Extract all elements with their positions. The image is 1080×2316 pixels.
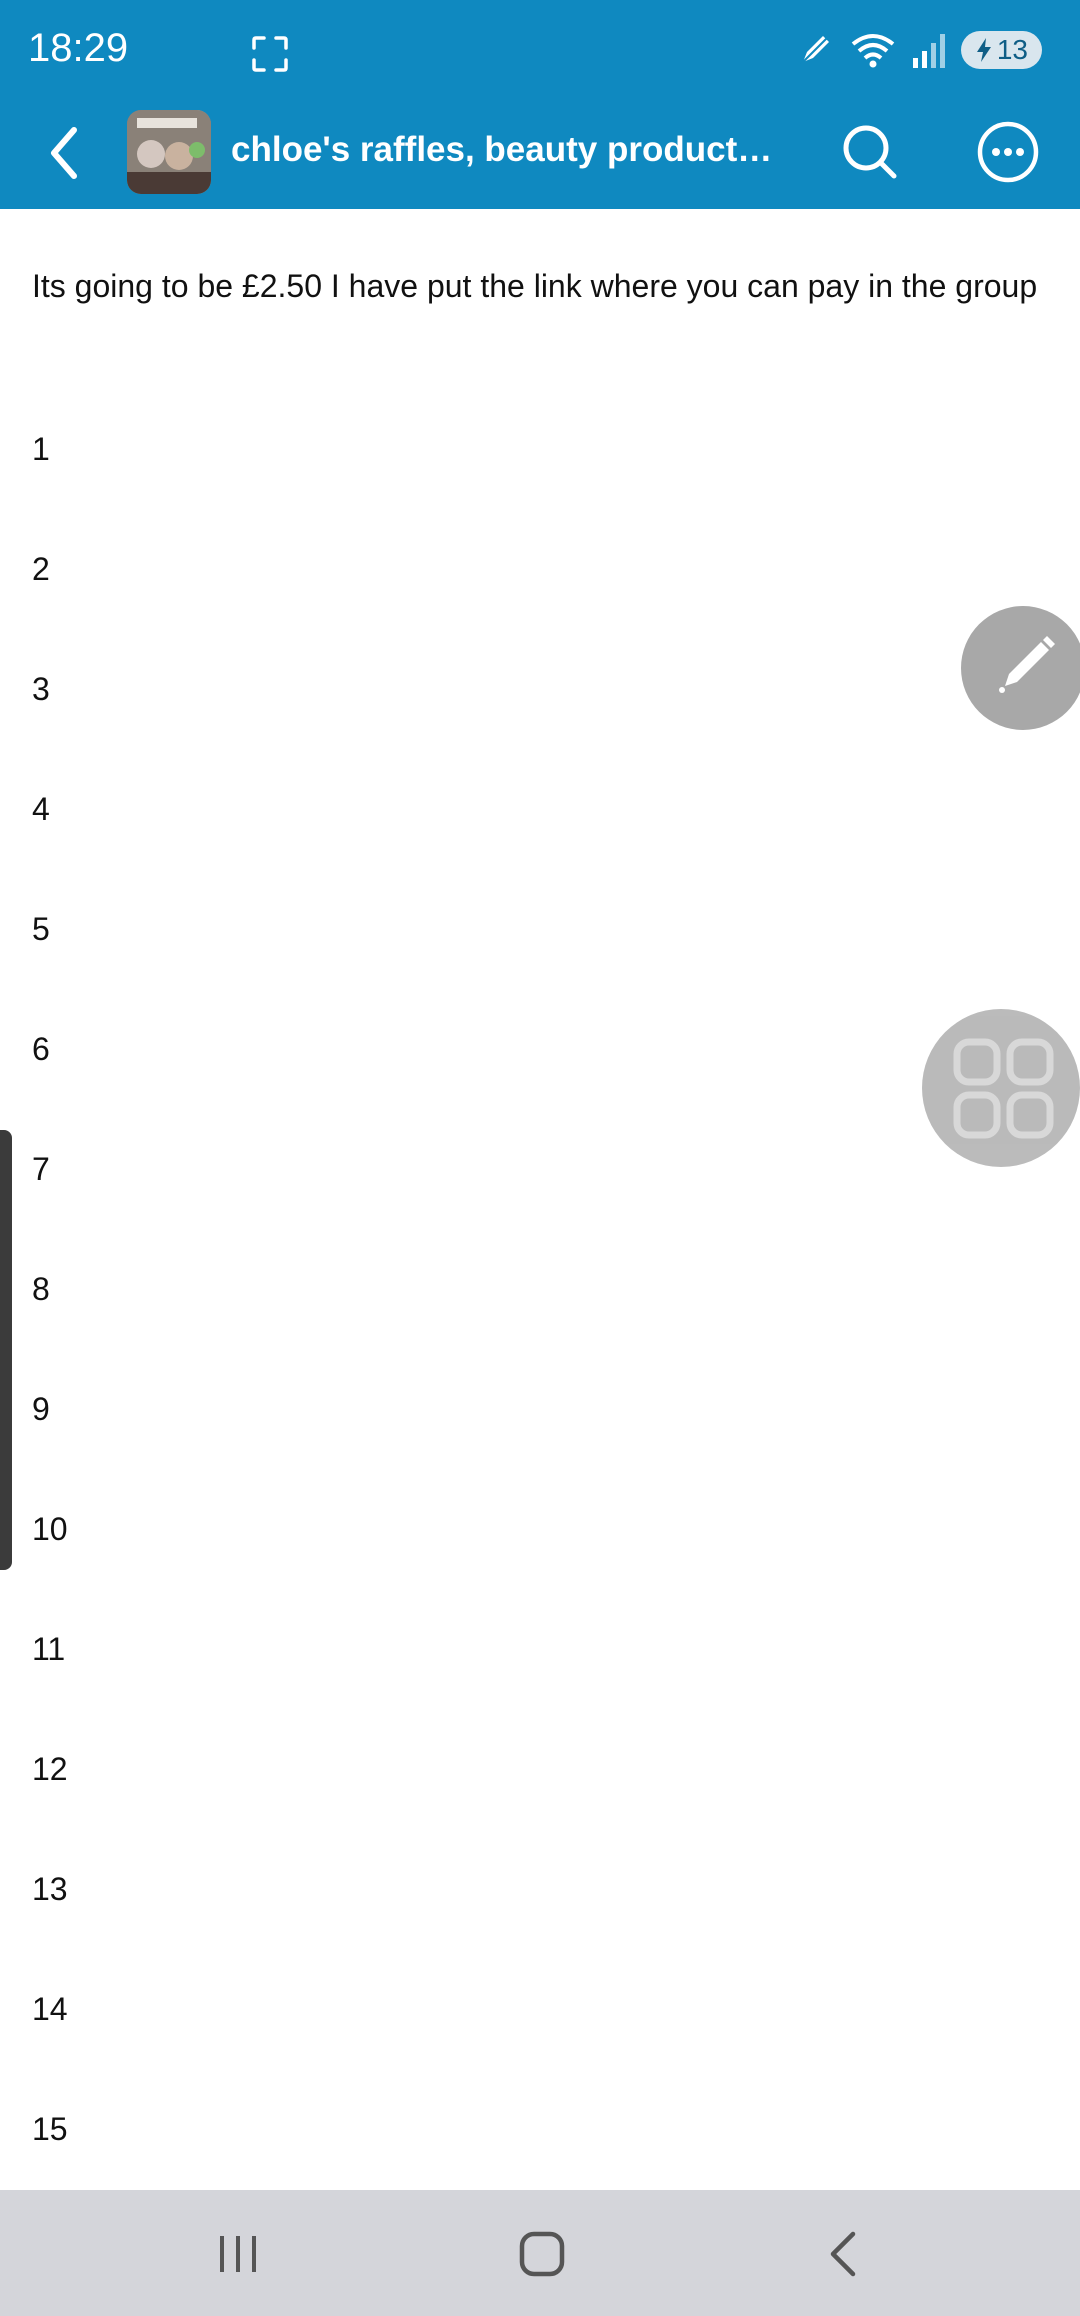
battery-icon [976, 38, 991, 62]
apps-grid-icon [953, 1038, 1054, 1139]
group-avatar[interactable] [127, 110, 211, 194]
battery-indicator: 13 [960, 31, 1042, 69]
app-bar: chloe's raffles, beauty products ki... [0, 100, 1080, 209]
list-item: 1 [32, 431, 50, 467]
apps-fab-button[interactable] [922, 1009, 1080, 1167]
signal-icon [912, 34, 945, 68]
pen-icon [800, 35, 830, 65]
group-title[interactable]: chloe's raffles, beauty products ki... [231, 130, 791, 170]
list-item: 14 [32, 1991, 68, 2027]
search-icon[interactable] [840, 122, 900, 182]
status-icons: 13 [795, 30, 1042, 70]
list-item: 13 [32, 1871, 68, 1907]
list-item: 3 [32, 671, 50, 707]
list-item: 8 [32, 1271, 50, 1307]
list-item: 5 [32, 911, 50, 947]
recents-icon[interactable] [180, 2190, 300, 2316]
top-bar: 18:29 13 chloe's raffles, beauty product… [0, 0, 1080, 209]
system-nav-bar [0, 2190, 1080, 2316]
status-time: 18:29 [28, 26, 129, 70]
post-content: Its going to be £2.50 I have put the lin… [0, 209, 1080, 2209]
more-options-icon[interactable] [976, 120, 1040, 184]
screenshot-icon [252, 36, 288, 72]
list-item: 7 [32, 1151, 50, 1187]
list-item: 11 [32, 1631, 66, 1667]
list-item: 10 [32, 1511, 68, 1547]
status-bar: 18:29 13 [0, 0, 1080, 100]
list-item: 12 [32, 1751, 68, 1787]
list-item: 9 [32, 1391, 50, 1427]
battery-level: 13 [996, 34, 1028, 65]
list-item: 4 [32, 791, 50, 827]
back-arrow-icon[interactable] [40, 120, 88, 186]
number-list: 1 2 3 4 5 6 7 8 9 10 11 12 13 14 15 [32, 429, 68, 2229]
edge-panel-handle[interactable] [0, 1130, 12, 1570]
home-icon[interactable] [482, 2190, 602, 2316]
back-icon[interactable] [785, 2190, 905, 2316]
post-intro-text: Its going to be £2.50 I have put the lin… [32, 268, 1038, 304]
pencil-icon [999, 636, 1055, 693]
list-item: 2 [32, 551, 50, 587]
edit-fab-button[interactable] [961, 606, 1080, 730]
list-item: 6 [32, 1031, 50, 1067]
wifi-icon [851, 34, 895, 68]
